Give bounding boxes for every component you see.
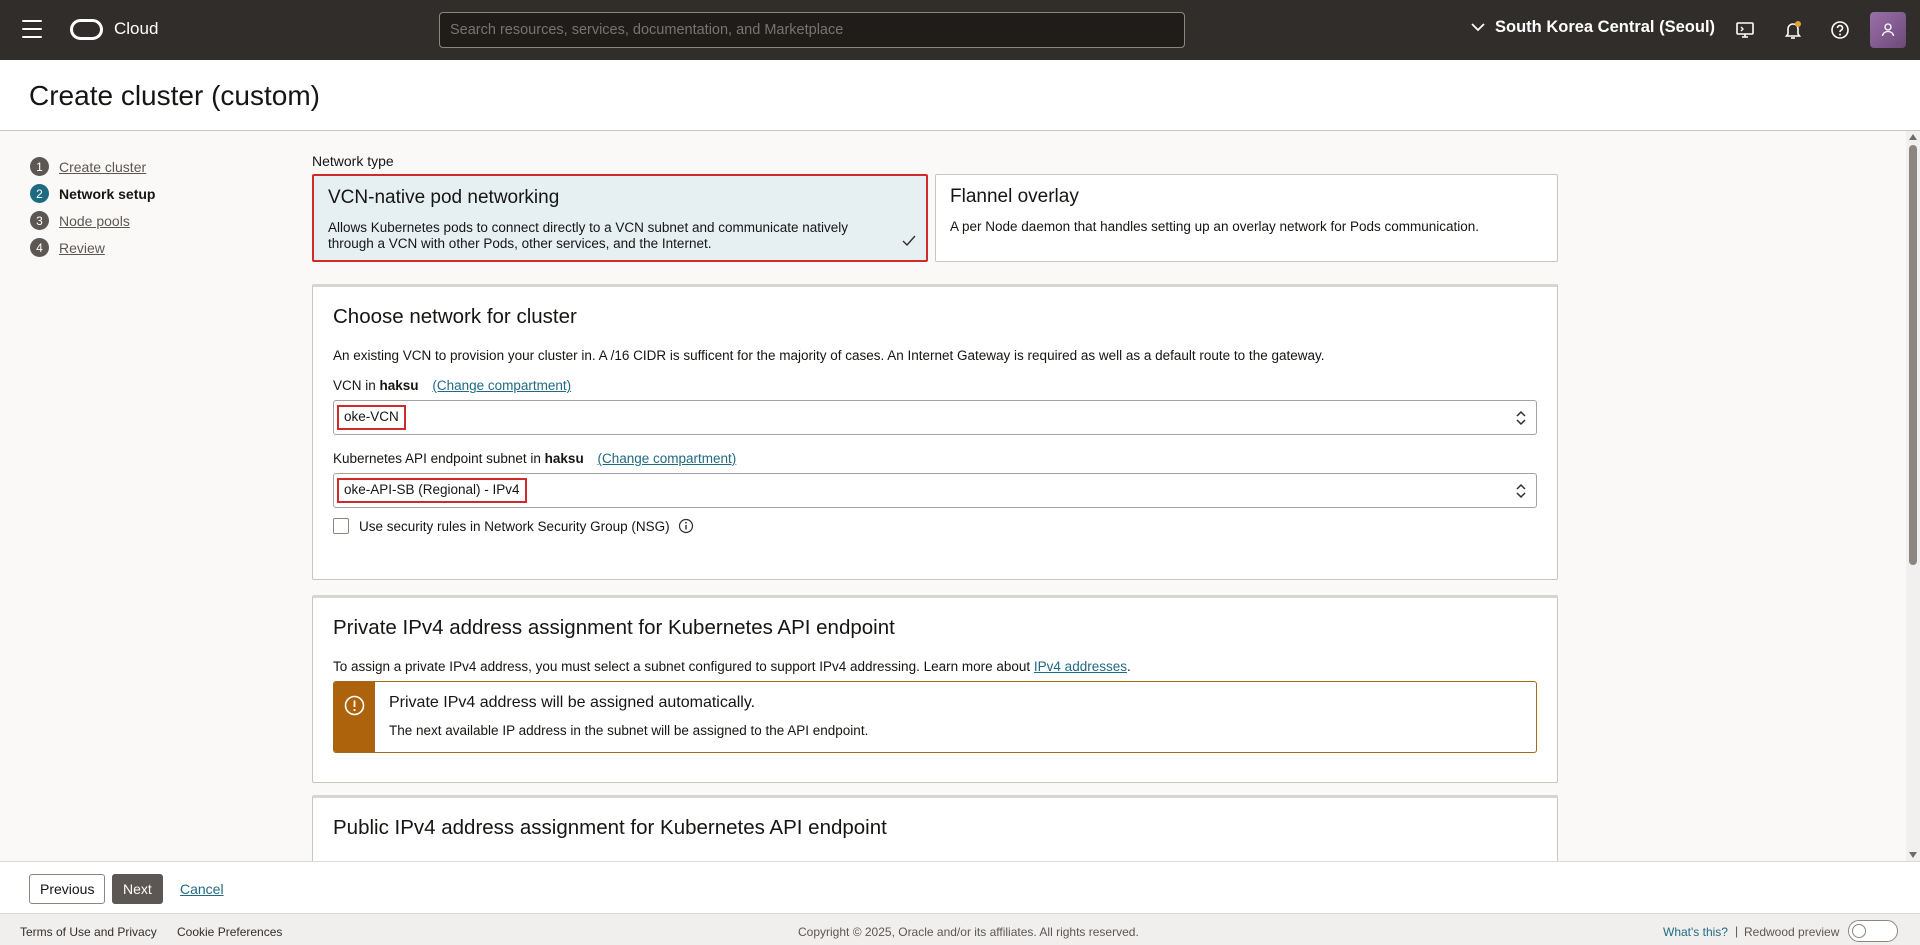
section-title: Private IPv4 address assignment for Kube… <box>333 616 895 639</box>
vcn-label: VCN in haksu (Change compartment) <box>333 378 571 393</box>
subnet-compartment: haksu <box>544 451 584 466</box>
step-create-cluster[interactable]: 1 Create cluster <box>30 153 155 180</box>
flannel-overlay-card[interactable]: Flannel overlay A per Node daemon that h… <box>935 174 1558 262</box>
subnet-label-text: Kubernetes API endpoint subnet in <box>333 451 541 466</box>
sort-arrows-icon <box>1516 410 1526 426</box>
cancel-button[interactable]: Cancel <box>170 874 234 904</box>
vcn-label-text: VCN in <box>333 378 376 393</box>
cookie-preferences-link[interactable]: Cookie Preferences <box>177 925 282 939</box>
nsg-checkbox[interactable] <box>333 518 349 534</box>
next-button[interactable]: Next <box>112 874 163 904</box>
section-title: Choose network for cluster <box>333 305 577 328</box>
wizard-steps: 1 Create cluster 2 Network setup 3 Node … <box>30 153 155 261</box>
redwood-preview-toggle[interactable] <box>1848 920 1898 942</box>
region-selector[interactable]: South Korea Central (Seoul) <box>1471 18 1715 37</box>
notice-accent-bar <box>334 682 375 752</box>
subnet-select[interactable]: oke-API-SB (Regional) - IPv4 <box>333 473 1537 508</box>
top-navigation-bar: Cloud South Korea Central (Seoul) <box>0 0 1920 60</box>
change-compartment-link[interactable]: (Change compartment) <box>432 378 571 393</box>
step-number: 3 <box>30 211 49 230</box>
vcn-native-card[interactable]: VCN-native pod networking Allows Kuberne… <box>312 174 928 262</box>
card-description: A per Node daemon that handles setting u… <box>950 219 1480 234</box>
oracle-logo[interactable] <box>70 19 103 40</box>
card-title: Flannel overlay <box>950 186 1079 207</box>
warning-notice: Private IPv4 address will be assigned au… <box>333 681 1537 753</box>
scrollbar-thumb[interactable] <box>1909 145 1917 565</box>
card-title: VCN-native pod networking <box>328 187 560 208</box>
step-node-pools[interactable]: 3 Node pools <box>30 207 155 234</box>
scroll-down-icon[interactable] <box>1909 852 1917 858</box>
step-label: Node pools <box>59 212 130 229</box>
vertical-scrollbar[interactable] <box>1906 131 1920 861</box>
notice-title: Private IPv4 address will be assigned au… <box>389 694 756 711</box>
cloud-shell-icon[interactable] <box>1734 19 1756 41</box>
copyright-text: Copyright © 2025, Oracle and/or its affi… <box>798 925 1139 939</box>
chevron-down-icon <box>1471 23 1485 32</box>
step-review[interactable]: 4 Review <box>30 234 155 261</box>
desc-suffix: . <box>1126 659 1131 674</box>
user-avatar[interactable] <box>1870 12 1906 48</box>
step-number: 1 <box>30 157 49 176</box>
whats-this-link[interactable]: What's this? <box>1663 925 1728 939</box>
checkmark-icon <box>902 235 916 246</box>
private-ipv4-section: Private IPv4 address assignment for Kube… <box>312 595 1558 783</box>
wizard-navigation: Previous Next Cancel <box>0 861 1920 913</box>
redwood-preview-label: Redwood preview <box>1744 925 1840 939</box>
main-content: 1 Create cluster 2 Network setup 3 Node … <box>0 131 1906 861</box>
vcn-compartment: haksu <box>379 378 419 393</box>
public-ipv4-section: Public IPv4 address assignment for Kuber… <box>312 795 1558 861</box>
network-type-label: Network type <box>312 153 394 169</box>
desc-text: To assign a private IPv4 address, you mu… <box>333 659 1031 674</box>
section-description: An existing VCN to provision your cluste… <box>333 348 1325 363</box>
page-header: Create cluster (custom) <box>0 60 1920 131</box>
toggle-knob <box>1852 924 1866 938</box>
ipv4-addresses-link[interactable]: IPv4 addresses <box>1034 659 1127 674</box>
change-compartment-link[interactable]: (Change compartment) <box>597 451 736 466</box>
warning-icon <box>344 695 365 716</box>
section-description: To assign a private IPv4 address, you mu… <box>333 659 1131 674</box>
step-label: Review <box>59 239 105 256</box>
region-label: South Korea Central (Seoul) <box>1495 18 1716 36</box>
help-icon[interactable] <box>1829 19 1851 41</box>
brand-name[interactable]: Cloud <box>114 19 158 39</box>
choose-network-section: Choose network for cluster An existing V… <box>312 284 1558 580</box>
page-footer: Terms of Use and Privacy Cookie Preferen… <box>0 913 1920 945</box>
nsg-label: Use security rules in Network Security G… <box>359 518 670 534</box>
hamburger-menu-icon[interactable] <box>22 20 42 38</box>
vcn-selected-value: oke-VCN <box>337 405 406 430</box>
page-title: Create cluster (custom) <box>29 80 320 111</box>
card-description: Allows Kubernetes pods to connect direct… <box>328 220 849 251</box>
search-input[interactable] <box>439 12 1185 48</box>
step-number: 4 <box>30 238 49 257</box>
scroll-up-icon[interactable] <box>1909 134 1917 140</box>
user-icon <box>1881 23 1895 37</box>
subnet-selected-value: oke-API-SB (Regional) - IPv4 <box>337 478 527 503</box>
step-label: Network setup <box>59 185 156 202</box>
footer-separator: | <box>1735 924 1739 938</box>
subnet-label: Kubernetes API endpoint subnet in haksu … <box>333 451 736 466</box>
step-number: 2 <box>30 184 49 203</box>
sort-arrows-icon <box>1516 483 1526 499</box>
info-icon[interactable] <box>678 518 694 534</box>
nsg-option: Use security rules in Network Security G… <box>333 518 694 534</box>
section-title: Public IPv4 address assignment for Kuber… <box>333 816 887 839</box>
step-network-setup: 2 Network setup <box>30 180 155 207</box>
previous-button[interactable]: Previous <box>29 874 106 904</box>
vcn-select[interactable]: oke-VCN <box>333 400 1537 435</box>
notification-bell-icon[interactable] <box>1782 19 1804 41</box>
step-label: Create cluster <box>59 158 147 175</box>
notice-description: The next available IP address in the sub… <box>389 723 869 738</box>
terms-link[interactable]: Terms of Use and Privacy <box>20 925 157 939</box>
